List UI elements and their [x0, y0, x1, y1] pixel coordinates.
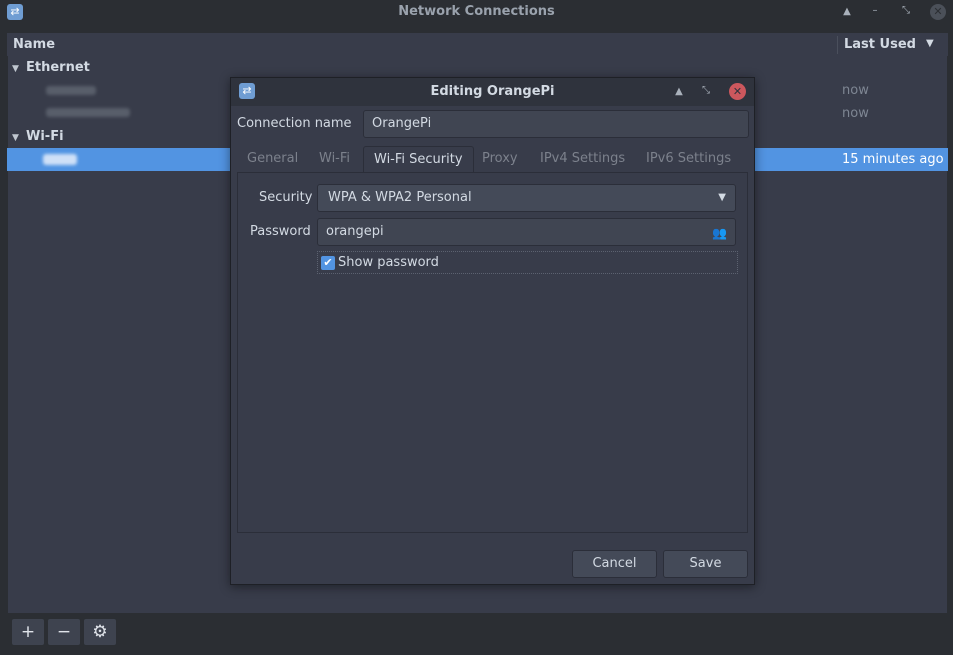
- remove-connection-button[interactable]: −: [47, 618, 81, 646]
- last-used-time: now: [842, 83, 869, 98]
- column-divider[interactable]: [837, 36, 838, 54]
- bottom-toolbar: + − ⚙: [0, 615, 953, 655]
- maximize-icon[interactable]: ⤡: [699, 84, 713, 98]
- connection-name-field[interactable]: OrangePi: [363, 110, 749, 138]
- group-wifi[interactable]: ▼ Wi-Fi: [12, 129, 64, 144]
- shade-icon[interactable]: ▲: [840, 5, 854, 19]
- settings-tabs: General Wi-Fi Wi-Fi Security Proxy IPv4 …: [237, 146, 748, 173]
- column-name[interactable]: Name: [13, 37, 55, 52]
- edit-connection-dialog: ⇄ Editing OrangePi ▲ ⤡ ✕ Connection name…: [230, 77, 755, 585]
- list-item-ethernet-2[interactable]: [46, 108, 130, 117]
- group-label: Ethernet: [26, 60, 90, 75]
- window-title: Network Connections: [398, 4, 555, 19]
- users-icon[interactable]: 👥: [712, 220, 727, 246]
- connection-name-label: Connection name: [237, 116, 352, 131]
- save-button[interactable]: Save: [663, 550, 748, 578]
- tab-proxy[interactable]: Proxy: [472, 146, 528, 172]
- column-last-used[interactable]: Last Used: [844, 37, 916, 52]
- list-item-ethernet-1[interactable]: [46, 86, 96, 95]
- password-label: Password: [250, 224, 311, 239]
- group-ethernet[interactable]: ▼ Ethernet: [12, 60, 90, 75]
- cancel-button[interactable]: Cancel: [572, 550, 657, 578]
- sort-descending-icon[interactable]: ▼: [926, 38, 934, 49]
- add-connection-button[interactable]: +: [11, 618, 45, 646]
- tab-ipv4-settings[interactable]: IPv4 Settings: [530, 146, 635, 172]
- shade-icon[interactable]: ▲: [672, 85, 686, 99]
- close-icon[interactable]: ✕: [729, 83, 746, 100]
- list-header: Name Last Used ▼: [7, 33, 948, 56]
- maximize-icon[interactable]: ⤡: [899, 4, 913, 18]
- dialog-titlebar: ⇄ Editing OrangePi ▲ ⤡ ✕: [231, 78, 754, 106]
- tab-wifi[interactable]: Wi-Fi: [309, 146, 360, 172]
- chevron-down-icon: ▼: [718, 192, 726, 203]
- security-value: WPA & WPA2 Personal: [328, 190, 472, 205]
- show-password-label: Show password: [338, 255, 439, 270]
- last-used-time: 15 minutes ago: [842, 152, 944, 167]
- security-label: Security: [259, 190, 313, 205]
- tab-ipv6-settings[interactable]: IPv6 Settings: [636, 146, 741, 172]
- edit-connection-button[interactable]: ⚙: [83, 618, 117, 646]
- close-icon[interactable]: ✕: [930, 4, 946, 20]
- wifi-security-page: Security WPA & WPA2 Personal ▼ Password …: [237, 172, 748, 533]
- minimize-icon[interactable]: –: [868, 4, 882, 18]
- main-titlebar: ⇄ Network Connections ▲ – ⤡ ✕: [0, 0, 953, 24]
- checkmark-icon[interactable]: ✔: [321, 256, 335, 270]
- expander-icon[interactable]: ▼: [12, 133, 26, 143]
- connection-name-redacted: [43, 154, 77, 165]
- security-dropdown[interactable]: WPA & WPA2 Personal ▼: [317, 184, 736, 212]
- last-used-time: now: [842, 106, 869, 121]
- show-password-checkbox[interactable]: ✔ Show password: [317, 251, 738, 274]
- password-value: orangepi: [326, 224, 384, 239]
- tab-wifi-security[interactable]: Wi-Fi Security: [363, 146, 474, 173]
- expander-icon[interactable]: ▼: [12, 64, 26, 74]
- group-label: Wi-Fi: [26, 129, 64, 144]
- password-field[interactable]: orangepi 👥: [317, 218, 736, 246]
- tab-general[interactable]: General: [237, 146, 308, 172]
